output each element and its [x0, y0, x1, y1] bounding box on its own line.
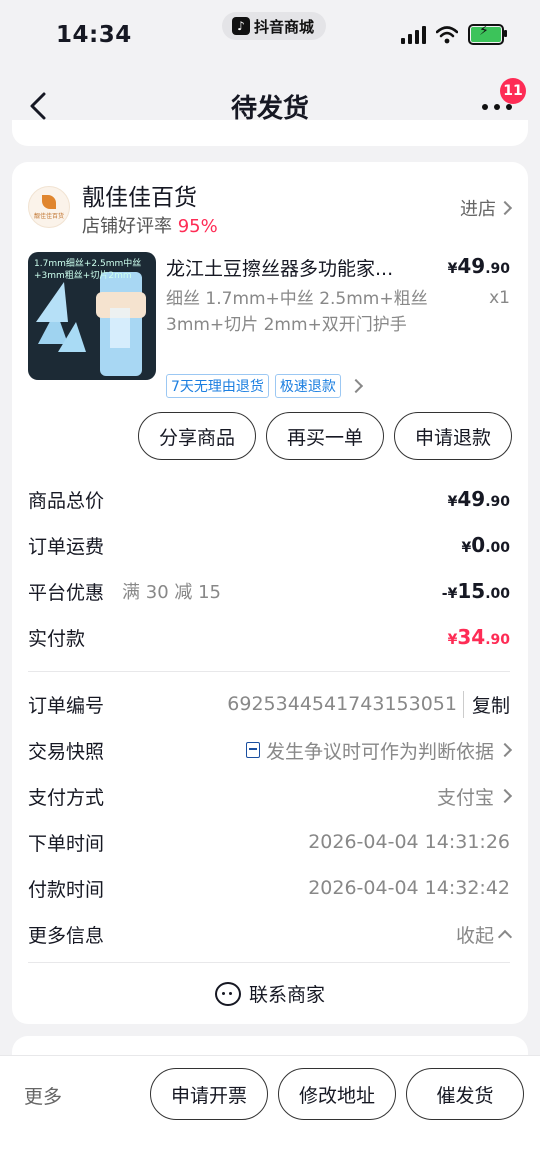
- document-icon: [245, 742, 260, 758]
- order-time-row: 下单时间 2026-04-04 14:31:26: [28, 827, 510, 857]
- tag-fast-refund: 极速退款: [274, 374, 341, 398]
- product-thumbnail[interactable]: 1.7mm细丝+2.5mm中丝+3mm粗丝+切片2mm: [28, 252, 156, 380]
- paid-amount: ¥34.90: [447, 625, 510, 649]
- copy-button[interactable]: 复制: [462, 690, 510, 718]
- paid-label: 实付款: [28, 627, 86, 650]
- thumbnail-caption: 1.7mm细丝+2.5mm中丝+3mm粗丝+切片2mm: [34, 259, 142, 281]
- chat-icon: [214, 981, 241, 1006]
- snapshot-label: 交易快照: [28, 740, 105, 763]
- order-number: 6925344541743153051: [227, 693, 457, 715]
- discount-row: 平台优惠 满 30 减 15 -¥15.00: [28, 576, 510, 606]
- notification-badge: 11: [500, 78, 526, 104]
- pay-time: 2026-04-04 14:32:42: [308, 877, 510, 899]
- douyin-icon: ♪: [232, 17, 250, 35]
- pay-method-label: 支付方式: [28, 786, 105, 809]
- chevron-up-icon: [497, 929, 513, 945]
- product-quantity: x1: [489, 288, 510, 308]
- snapshot-link[interactable]: 发生争议时可作为判断依据: [245, 737, 513, 764]
- enter-shop-link[interactable]: 进店: [460, 195, 513, 221]
- shipping-row: 订单运费 ¥0.00: [28, 530, 510, 560]
- paid-row: 实付款 ¥34.90: [28, 622, 510, 652]
- tag-7-day-return: 7天无理由退货: [166, 374, 269, 398]
- contact-merchant-button[interactable]: 联系商家: [12, 980, 528, 1007]
- product-price: ¥49.90: [447, 254, 510, 278]
- signal-icon: [401, 25, 426, 44]
- pay-method-link[interactable]: 支付宝: [437, 783, 513, 810]
- more-info-row: 更多信息 收起: [28, 919, 513, 949]
- share-product-button[interactable]: 分享商品: [138, 412, 256, 460]
- chevron-right-icon: [497, 788, 513, 804]
- pay-method-row: 支付方式 支付宝: [28, 781, 513, 811]
- chevron-right-icon: [348, 378, 363, 394]
- divider: [28, 962, 510, 963]
- discount-rule: 满 30 减 15: [122, 582, 221, 603]
- edit-address-button[interactable]: 修改地址: [278, 1068, 396, 1120]
- chevron-right-icon: [497, 742, 513, 758]
- discount-amount: -¥15.00: [441, 579, 510, 603]
- shipping-label: 订单运费: [28, 535, 105, 558]
- collapse-toggle[interactable]: 收起: [456, 921, 513, 948]
- app-pill-label: 抖音商城: [254, 17, 315, 36]
- total-row: 商品总价 ¥49.90: [28, 484, 510, 514]
- request-refund-button[interactable]: 申请退款: [394, 412, 512, 460]
- enter-shop-label: 进店: [460, 199, 496, 220]
- product-spec: 细丝 1.7mm+中丝 2.5mm+粗丝 3mm+切片 2mm+双开门护手: [166, 289, 428, 335]
- previous-card-stub: [12, 120, 528, 146]
- product-title[interactable]: 龙江土豆擦丝器多功能家...: [166, 254, 416, 281]
- request-invoice-button[interactable]: 申请开票: [150, 1068, 268, 1120]
- order-time-label: 下单时间: [28, 832, 105, 855]
- status-bar: 14:34 ♪ 抖音商城 ⚡: [0, 0, 540, 70]
- status-icons: ⚡: [401, 23, 507, 45]
- shop-rating: 店铺好评率 95%: [82, 212, 218, 238]
- bottom-action-bar: 更多 申请开票 修改地址 催发货: [0, 1055, 540, 1169]
- order-card: 靓佳佳百货 靓佳佳百货 店铺好评率 95% 进店 1.7mm细丝+2.5mm中丝…: [12, 162, 528, 1024]
- shop-rating-label: 店铺好评率: [82, 216, 172, 237]
- shop-rating-value: 95%: [177, 216, 218, 237]
- discount-label: 平台优惠: [28, 581, 105, 604]
- total-label: 商品总价: [28, 489, 105, 512]
- wifi-icon: [436, 25, 458, 43]
- order-number-label: 订单编号: [28, 694, 105, 717]
- total-amount: ¥49.90: [447, 487, 510, 511]
- chevron-right-icon: [497, 200, 513, 216]
- urge-shipment-button[interactable]: 催发货: [406, 1068, 524, 1120]
- pay-time-label: 付款时间: [28, 878, 105, 901]
- order-number-row: 订单编号 6925344541743153051 复制: [28, 689, 510, 719]
- rebuy-button[interactable]: 再买一单: [266, 412, 384, 460]
- status-time: 14:34: [56, 22, 132, 48]
- pay-time-row: 付款时间 2026-04-04 14:32:42: [28, 873, 510, 903]
- service-tags[interactable]: 7天无理由退货 极速退款: [166, 374, 363, 398]
- contact-merchant-label: 联系商家: [248, 984, 325, 1006]
- shop-logo[interactable]: 靓佳佳百货: [28, 186, 70, 228]
- snapshot-row: 交易快照 发生争议时可作为判断依据: [28, 735, 513, 765]
- app-pill[interactable]: ♪ 抖音商城: [222, 12, 327, 40]
- divider: [28, 671, 510, 672]
- battery-icon: ⚡: [468, 23, 507, 45]
- shop-name[interactable]: 靓佳佳百货: [82, 178, 197, 212]
- order-time: 2026-04-04 14:31:26: [308, 831, 510, 853]
- shipping-amount: ¥0.00: [461, 533, 510, 557]
- more-button[interactable]: 更多: [24, 1082, 62, 1109]
- more-info-label: 更多信息: [28, 924, 105, 947]
